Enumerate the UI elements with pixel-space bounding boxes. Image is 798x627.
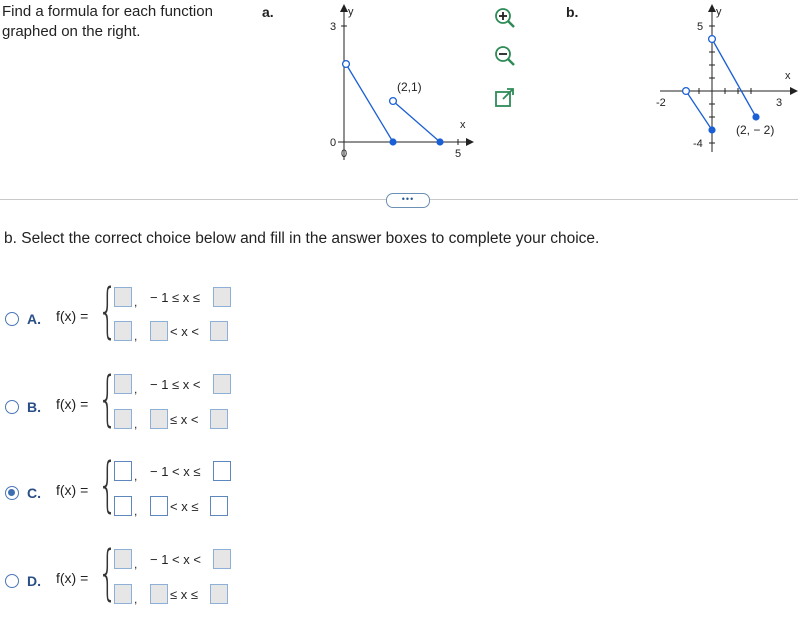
choice-b: B. f(x) = { , − 1 ≤ x < , ≤ x < [0,369,260,450]
graph-a-x-label: x [460,119,466,131]
graph-b-y-label: y [716,6,722,18]
choice-b-ineq-1: − 1 ≤ x < [150,377,201,392]
choice-d-ineq-2: ≤ x ≤ [170,587,198,602]
choice-a-radio[interactable] [5,312,19,326]
zoom-out-icon[interactable] [494,45,516,67]
comma: , [134,557,138,571]
choice-d-bound-1[interactable] [213,549,231,569]
choice-a-bound-2b[interactable] [210,321,228,341]
graph-a-segment-1 [345,63,394,143]
choice-b-bound-2b[interactable] [210,409,228,429]
choice-d-bound-2b[interactable] [210,584,228,604]
choice-a-ineq-2: < x < [170,324,199,339]
choice-c-ineq-2: < x ≤ [170,499,199,514]
choice-d-bound-2a[interactable] [150,584,168,604]
graph-a-tick-x0: 0 [341,148,347,160]
choice-b-bound-2a[interactable] [150,409,168,429]
graph-a-open-point [388,96,398,106]
choice-d-letter: D. [27,573,41,589]
choice-d-ineq-1: − 1 < x < [150,552,201,567]
graph-a-open-point [341,59,351,69]
comma: , [134,469,138,483]
choice-d-expr-2[interactable] [114,584,132,604]
choice-c: C. f(x) = { , − 1 < x ≤ , < x ≤ [0,455,260,537]
choice-b-radio[interactable] [5,400,19,414]
graph-a-point-label: (2,1) [397,80,422,94]
choice-d-fx: f(x) = [56,570,89,586]
choice-b-expr-2[interactable] [114,409,132,429]
comma: , [134,417,138,431]
graph-a-tick-y: 3 [330,21,336,33]
choice-c-bound-2b[interactable] [210,496,228,516]
choice-b-bound-1[interactable] [213,374,231,394]
graph-b-point-label: (2, − 2) [736,123,774,137]
graph-a-segment-2 [392,100,441,143]
choice-b-expr-1[interactable] [114,374,132,394]
choice-b-fx: f(x) = [56,396,89,412]
graph-a-tick-y0: 0 [330,137,336,149]
choice-a: A. f(x) = { , − 1 ≤ x ≤ , < x < [0,281,260,363]
graph-b-open-point [707,34,717,44]
choice-c-bound-2a[interactable] [150,496,168,516]
choice-a-fx: f(x) = [56,308,89,324]
comma: , [134,382,138,396]
choice-b-letter: B. [27,399,41,415]
comma: , [134,504,138,518]
choice-d-radio[interactable] [5,574,19,588]
graph-b-x-label: x [785,70,791,82]
choice-a-bound-2a[interactable] [150,321,168,341]
graph-b-tick-y-top: 5 [697,21,703,33]
choice-a-bound-1[interactable] [213,287,231,307]
choice-c-radio[interactable] [5,486,19,500]
expand-more-button[interactable]: ••• [386,193,430,208]
graph-a-tick-x: 5 [455,148,461,160]
graph-a-closed-point [436,138,444,146]
choice-d: D. f(x) = { , − 1 < x < , ≤ x ≤ [0,543,260,625]
choice-c-expr-2[interactable] [114,496,132,516]
graph-b: y x 5 -4 -2 3 (2, − 2) [640,0,798,165]
choice-c-fx: f(x) = [56,482,89,498]
choice-c-letter: C. [27,485,41,501]
choice-d-expr-1[interactable] [114,549,132,569]
graph-b-open-point [681,86,691,96]
comma: , [134,295,138,309]
popout-icon[interactable] [494,87,516,109]
choice-c-expr-1[interactable] [114,461,132,481]
graph-a-label: a. [262,4,274,20]
graph-b-segment-1 [685,90,713,131]
graph-a-y-label: y [348,6,354,18]
graph-b-tick-x-left: -2 [656,97,666,109]
graph-b-tick-x-right: 3 [776,97,782,109]
comma: , [134,329,138,343]
choice-a-letter: A. [27,311,41,327]
question-text: b. Select the correct choice below and f… [4,230,600,247]
graph-b-closed-point [752,113,760,121]
graph-a-closed-point [389,138,397,146]
choice-a-expr-1[interactable] [114,287,132,307]
instructions: Find a formula for each function graphed… [2,3,213,40]
graph-b-tick-y-bottom: -4 [693,138,703,150]
graph-b-closed-point [708,126,716,134]
choice-b-ineq-2: ≤ x < [170,412,199,427]
graph-b-label: b. [566,4,579,20]
graph-a: y x 3 0 0 5 (2,1) [300,0,480,165]
comma: , [134,592,138,606]
choice-c-bound-1[interactable] [213,461,231,481]
graph-b-segment-2 [711,38,757,118]
choice-c-ineq-1: − 1 < x ≤ [150,464,201,479]
choice-a-expr-2[interactable] [114,321,132,341]
zoom-in-icon[interactable] [494,7,516,29]
choice-a-ineq-1: − 1 ≤ x ≤ [150,290,201,305]
